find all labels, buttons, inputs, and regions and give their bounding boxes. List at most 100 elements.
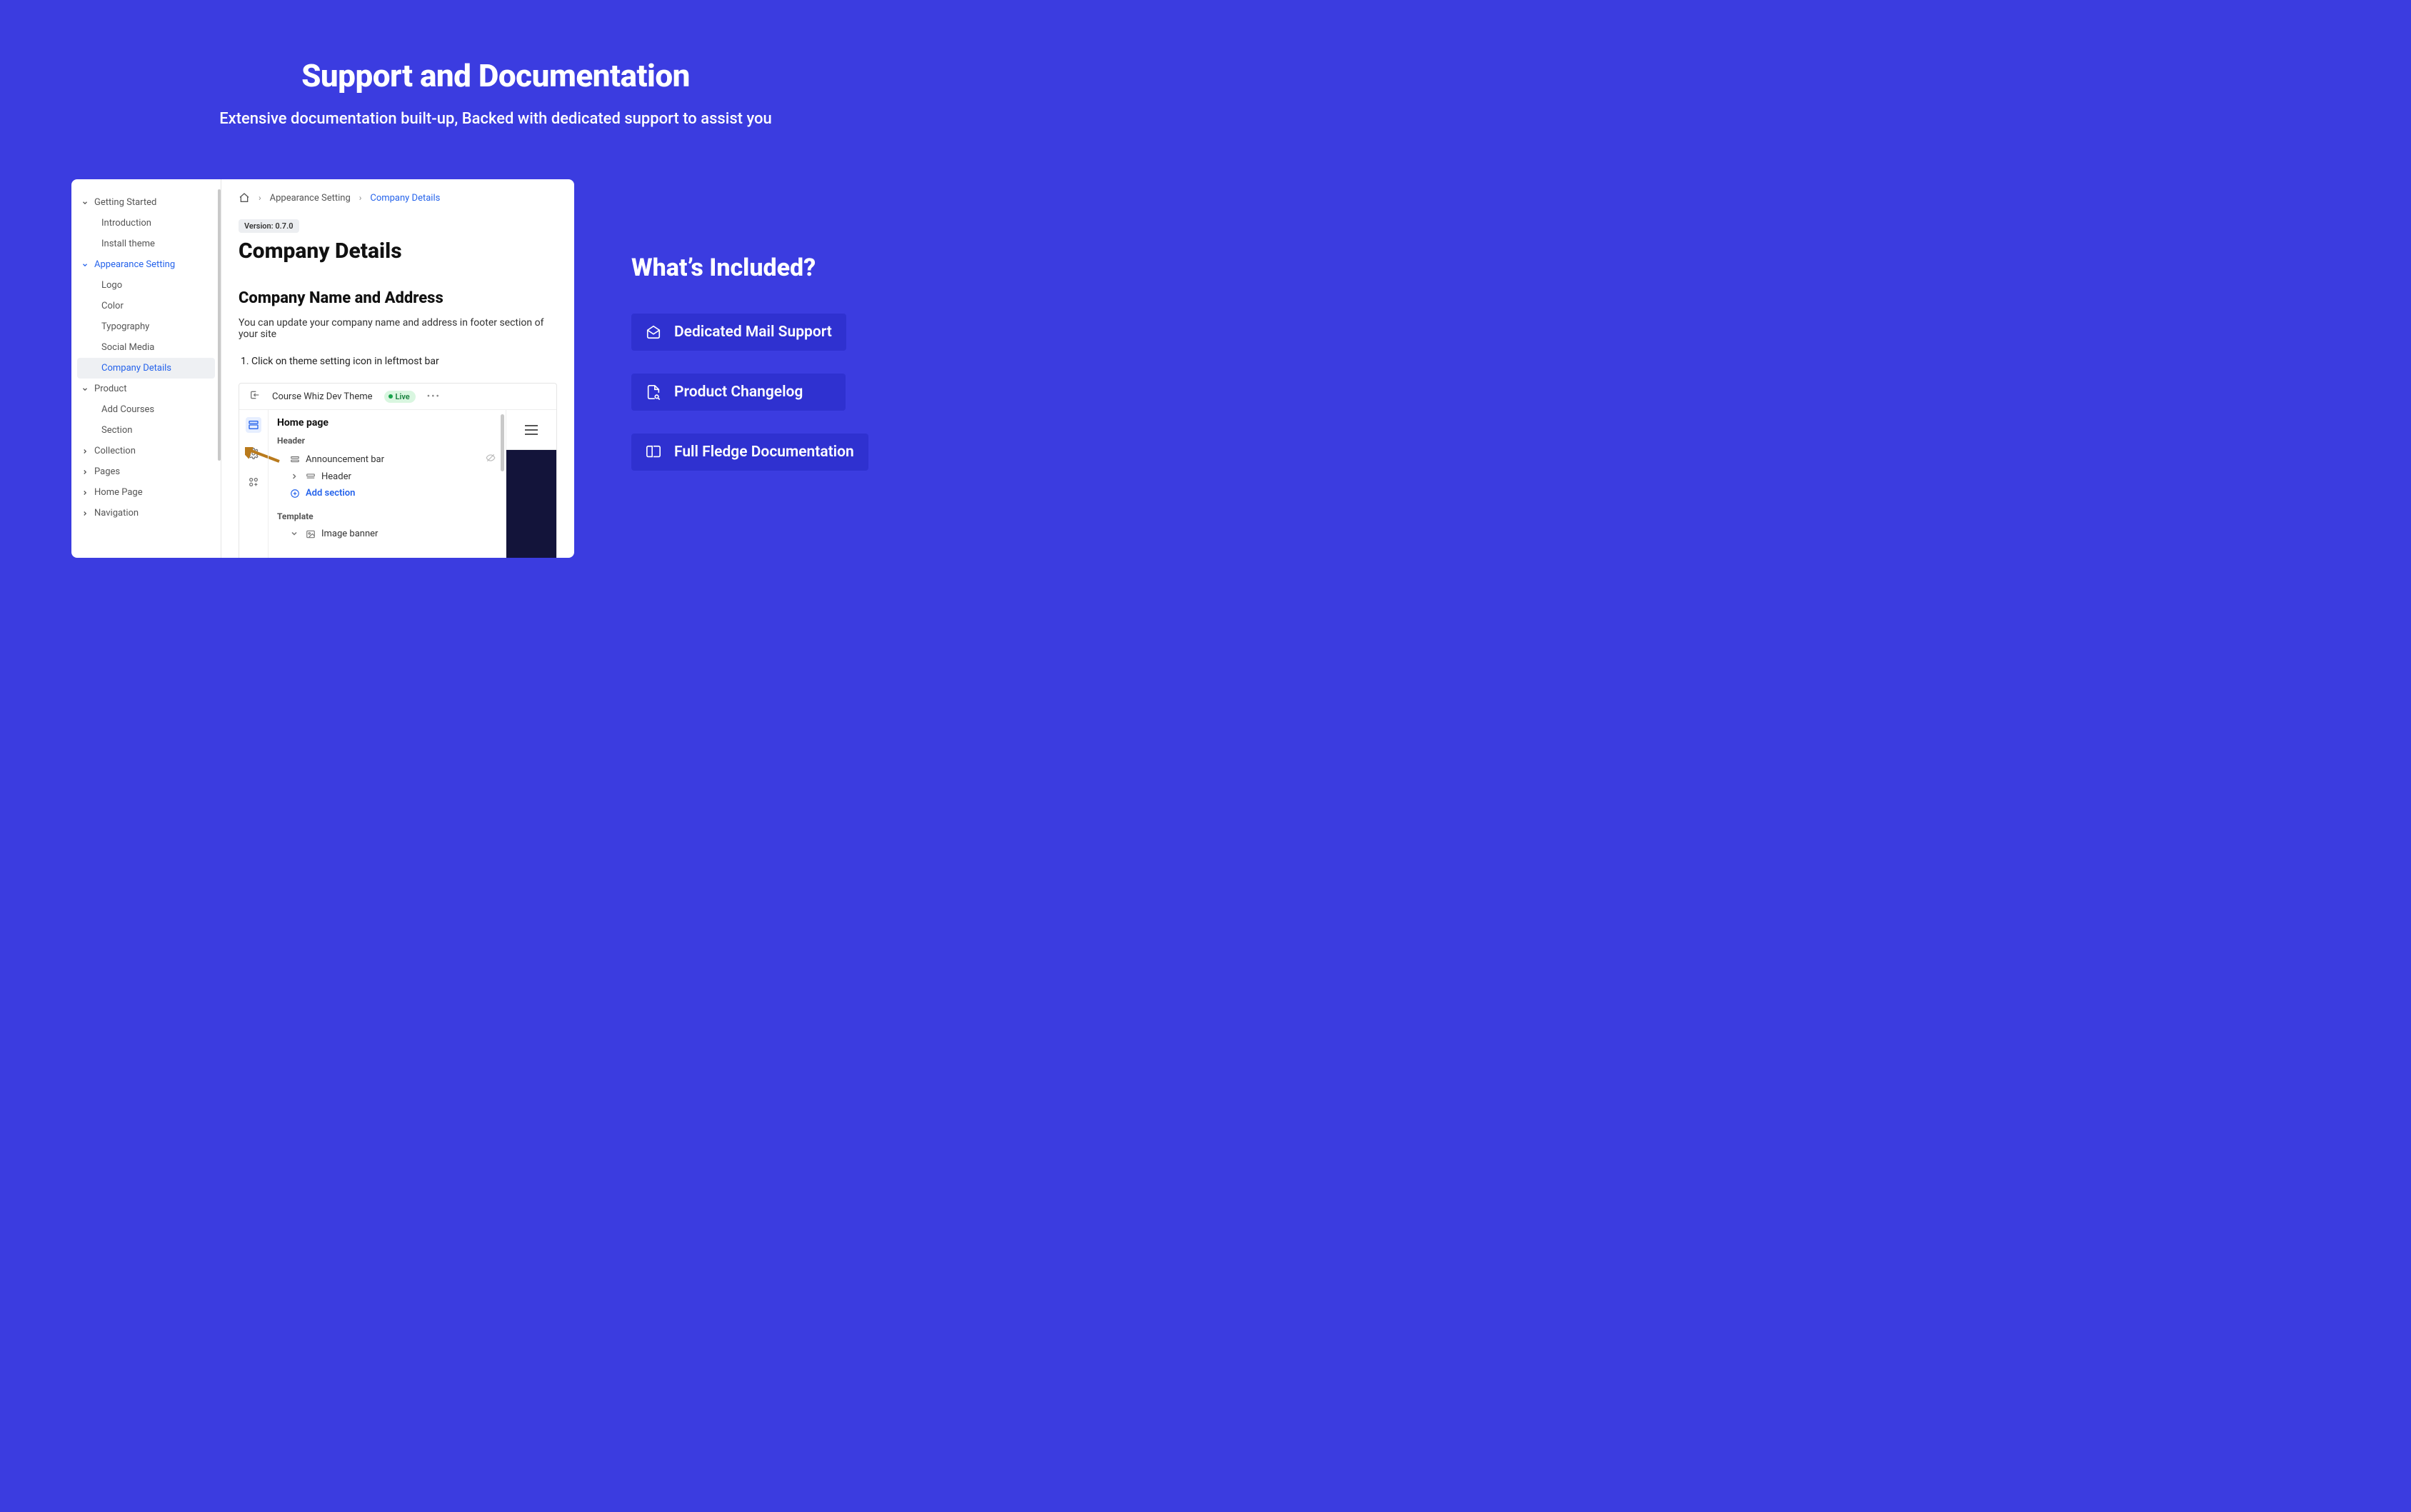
sidebar-item-logo[interactable]: Logo (77, 275, 215, 296)
eye-off-icon[interactable] (486, 453, 496, 466)
section-heading: Company Name and Address (239, 289, 557, 307)
section-tree: Home page Header Announcement bar (268, 410, 506, 558)
sidebar-label: Install theme (101, 239, 155, 249)
doc-sidebar: Getting Started Introduction Install the… (71, 179, 221, 558)
sidebar-label: Pages (94, 466, 120, 477)
included-heading: What’s Included? (631, 254, 920, 282)
exit-icon[interactable] (249, 389, 261, 404)
section-description: You can update your company name and add… (239, 317, 557, 340)
home-icon[interactable] (239, 192, 250, 204)
tree-label: Add section (306, 488, 355, 499)
sections-icon[interactable] (246, 417, 261, 433)
sidebar-label: Home Page (94, 487, 143, 498)
sidebar-label: Collection (94, 446, 136, 456)
sidebar-item-install-theme[interactable]: Install theme (77, 234, 215, 254)
sidebar-item-add-courses[interactable]: Add Courses (77, 399, 215, 420)
live-label: Live (396, 392, 410, 401)
tree-label: Header (321, 471, 351, 482)
menu-icon[interactable] (525, 425, 538, 435)
tree-group-template: Template (277, 511, 497, 521)
step-1: Click on theme setting icon in leftmost … (251, 356, 557, 367)
chevron-right-icon (290, 472, 300, 482)
sidebar-label: Typography (101, 321, 149, 332)
sidebar-scrollbar[interactable] (218, 189, 221, 461)
breadcrumb-page[interactable]: Company Details (370, 193, 440, 204)
image-icon (306, 529, 316, 539)
breadcrumb-separator-icon: › (359, 193, 362, 203)
chevron-down-icon (290, 529, 300, 539)
sidebar-label: Company Details (101, 363, 171, 374)
sidebar-item-home-page[interactable]: Home Page (77, 482, 215, 503)
chevron-down-icon (81, 386, 89, 393)
included-label: Dedicated Mail Support (674, 324, 832, 341)
editor-rail (239, 410, 268, 558)
mail-open-icon (646, 324, 661, 340)
sidebar-item-color[interactable]: Color (77, 296, 215, 316)
chevron-down-icon (81, 199, 89, 206)
chevron-right-icon (81, 510, 89, 517)
chevron-down-icon (81, 261, 89, 269)
more-icon[interactable]: ••• (427, 391, 441, 402)
hero-subtitle: Extensive documentation built-up, Backed… (0, 110, 991, 128)
included-item-documentation: Full Fledge Documentation (631, 434, 868, 471)
included-item-mail-support: Dedicated Mail Support (631, 314, 846, 351)
sidebar-item-introduction[interactable]: Introduction (77, 213, 215, 234)
add-section-button[interactable]: Add section (277, 485, 497, 501)
page-title: Company Details (239, 239, 557, 264)
included-label: Full Fledge Documentation (674, 444, 854, 461)
breadcrumb-section[interactable]: Appearance Setting (270, 193, 351, 204)
gear-icon[interactable] (246, 446, 261, 461)
sidebar-label: Introduction (101, 218, 151, 229)
theme-name: Course Whiz Dev Theme (272, 391, 373, 402)
sidebar-label: Add Courses (101, 404, 154, 415)
preview-canvas (506, 450, 556, 558)
sidebar-item-pages[interactable]: Pages (77, 461, 215, 482)
tree-group-header: Header (277, 436, 497, 446)
sidebar-label: Section (101, 425, 132, 436)
doc-main: › Appearance Setting › Company Details V… (221, 179, 574, 558)
sidebar-item-appearance-setting[interactable]: Appearance Setting (77, 254, 215, 275)
tree-label: Announcement bar (306, 454, 384, 465)
sidebar-label: Getting Started (94, 197, 156, 208)
plus-circle-icon (290, 489, 300, 499)
sidebar-label: Social Media (101, 342, 154, 353)
hero-title: Support and Documentation (0, 57, 991, 94)
tree-label: Image banner (321, 529, 378, 539)
sidebar-label: Navigation (94, 508, 139, 519)
tree-item-announcement-bar[interactable]: Announcement bar (277, 450, 497, 469)
book-open-icon (646, 444, 661, 460)
chevron-right-icon (81, 469, 89, 476)
sidebar-item-getting-started[interactable]: Getting Started (77, 192, 215, 213)
sidebar-item-typography[interactable]: Typography (77, 316, 215, 337)
version-badge: Version: 0.7.0 (239, 219, 299, 233)
tree-title: Home page (277, 417, 497, 429)
sidebar-item-collection[interactable]: Collection (77, 441, 215, 461)
doc-panel: Getting Started Introduction Install the… (71, 179, 574, 558)
live-dot-icon (389, 394, 393, 399)
section-icon (306, 472, 316, 482)
sidebar-label: Color (101, 301, 124, 311)
sidebar-item-section[interactable]: Section (77, 420, 215, 441)
sidebar-item-navigation[interactable]: Navigation (77, 503, 215, 524)
editor-preview (506, 410, 556, 558)
file-search-icon (646, 384, 661, 400)
sidebar-label: Product (94, 384, 126, 394)
sidebar-item-product[interactable]: Product (77, 379, 215, 399)
breadcrumb: › Appearance Setting › Company Details (239, 192, 557, 204)
live-badge: Live (384, 391, 416, 403)
sidebar-item-social-media[interactable]: Social Media (77, 337, 215, 358)
tree-item-image-banner[interactable]: Image banner (277, 526, 497, 542)
tree-item-header[interactable]: Header (277, 469, 497, 485)
section-icon (290, 454, 300, 464)
included-label: Product Changelog (674, 384, 803, 401)
theme-editor: Course Whiz Dev Theme Live ••• (239, 383, 557, 558)
chevron-right-icon (81, 448, 89, 455)
sidebar-item-company-details[interactable]: Company Details (77, 358, 215, 379)
sidebar-label: Logo (101, 280, 122, 291)
sidebar-label: Appearance Setting (94, 259, 175, 270)
apps-icon[interactable] (246, 474, 261, 490)
whats-included: What’s Included? Dedicated Mail Support … (631, 179, 920, 494)
included-item-changelog: Product Changelog (631, 374, 846, 411)
breadcrumb-separator-icon: › (259, 193, 261, 203)
tree-scrollbar[interactable] (501, 414, 504, 471)
